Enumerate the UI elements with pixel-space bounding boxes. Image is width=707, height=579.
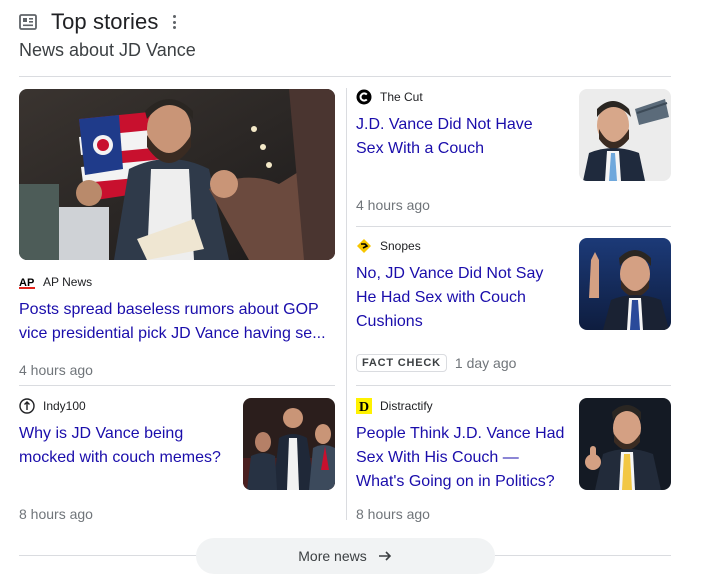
right-row-divider-2 — [356, 385, 671, 386]
story-card-distractify[interactable]: D Distractify People Think J.D. Vance Ha… — [356, 398, 671, 526]
story-thumbnail[interactable] — [579, 238, 671, 330]
story-meta-row: FACT CHECK 1 day ago — [356, 354, 516, 372]
story-thumbnail[interactable] — [579, 398, 671, 490]
story-time: 8 hours ago — [19, 506, 93, 522]
featured-source: AP AP News — [19, 274, 335, 290]
fact-check-badge: FACT CHECK — [356, 354, 447, 372]
distractify-logo-icon: D — [356, 398, 372, 414]
story-headline[interactable]: People Think J.D. Vance Had Sex With His… — [356, 422, 566, 494]
snopes-logo-icon — [356, 238, 372, 254]
source-name: Snopes — [380, 239, 421, 253]
title-row: Top stories — [19, 8, 671, 36]
story-thumbnail[interactable] — [579, 89, 671, 181]
featured-headline[interactable]: Posts spread baseless rumors about GOP v… — [19, 298, 335, 346]
source-name: AP News — [43, 275, 93, 289]
more-news-button[interactable]: More news — [196, 538, 495, 574]
more-news-label: More news — [298, 548, 367, 564]
svg-text:D: D — [359, 400, 369, 414]
story-thumbnail[interactable] — [243, 398, 335, 490]
right-row-divider-1 — [356, 226, 671, 227]
featured-story-card[interactable]: AP AP News Posts spread baseless rumors … — [19, 89, 335, 378]
column-divider — [346, 88, 347, 520]
section-title: Top stories — [51, 9, 159, 34]
story-headline[interactable]: J.D. Vance Did Not Have Sex With a Couch — [356, 113, 561, 161]
featured-story-image[interactable] — [19, 89, 335, 260]
story-card-the-cut[interactable]: The Cut J.D. Vance Did Not Have Sex With… — [356, 89, 671, 213]
arrow-right-icon — [378, 551, 391, 561]
story-card-snopes[interactable]: Snopes No, JD Vance Did Not Say He Had S… — [356, 238, 671, 374]
ap-logo-icon: AP — [19, 274, 35, 290]
indy100-logo-icon — [19, 398, 35, 414]
top-stories-header: Top stories News about JD Vance — [19, 8, 671, 61]
section-subtitle: News about JD Vance — [19, 40, 196, 60]
featured-time: 4 hours ago — [19, 362, 93, 378]
story-time: 8 hours ago — [356, 506, 430, 522]
source-name: The Cut — [380, 90, 423, 104]
circle-c-logo-icon — [356, 89, 372, 105]
story-card-indy100[interactable]: Indy100 Why is JD Vance being mocked wit… — [19, 398, 335, 526]
story-time: 4 hours ago — [356, 197, 430, 213]
source-name: Distractify — [380, 399, 433, 413]
source-name: Indy100 — [43, 399, 86, 413]
more-options-icon[interactable] — [172, 14, 176, 30]
story-headline[interactable]: No, JD Vance Did Not Say He Had Sex with… — [356, 262, 561, 334]
left-row-divider — [19, 385, 335, 386]
story-time: 1 day ago — [454, 355, 517, 371]
header-divider — [19, 76, 671, 77]
newspaper-icon — [19, 14, 37, 30]
story-headline[interactable]: Why is JD Vance being mocked with couch … — [19, 422, 229, 470]
